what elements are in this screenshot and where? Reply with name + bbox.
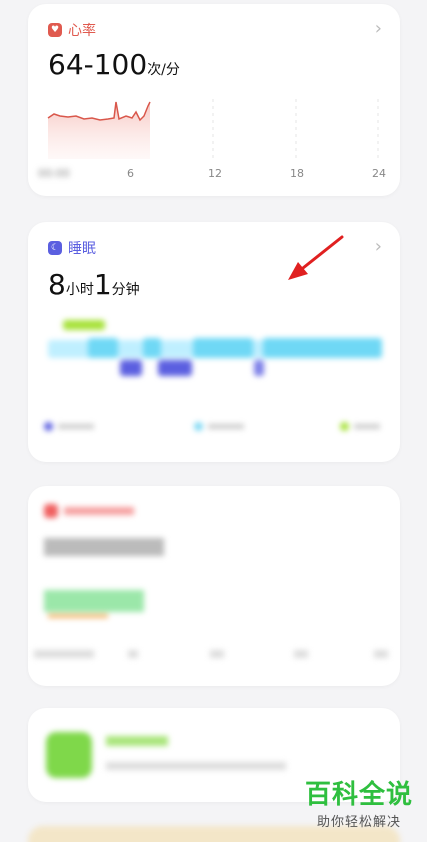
x-tick-0: 00:00	[38, 167, 70, 180]
heart-rate-title: 心率	[68, 23, 96, 39]
chevron-right-icon[interactable]: ›	[375, 236, 382, 257]
legend-dot-light	[194, 422, 203, 431]
sleep-bar-deep	[254, 360, 264, 376]
sleep-legend	[44, 420, 384, 434]
watermark-sub: 助你轻松解决	[316, 815, 401, 830]
blurred-metric-card[interactable]	[28, 486, 400, 686]
heart-rate-area	[48, 102, 150, 159]
x-tick-12: 12	[208, 167, 222, 180]
sleep-card[interactable]: ☾ 睡眠 › 8小时1分钟	[28, 222, 400, 462]
sleep-stage-chart	[48, 320, 382, 390]
chevron-right-icon[interactable]: ›	[375, 18, 382, 39]
moon-icon: ☾	[48, 241, 62, 255]
x-tick-24: 24	[372, 167, 386, 180]
legend-dot-deep	[44, 422, 53, 431]
sleep-title: 睡眠	[68, 241, 96, 257]
heart-rate-card[interactable]: ♥ 心率 › 64-100次/分 00:00 6 12 18 24	[28, 4, 400, 196]
x-tick-6: 6	[127, 167, 134, 180]
legend-bar	[58, 424, 94, 429]
arrow-annotation	[288, 235, 344, 280]
x-tick-18: 18	[290, 167, 304, 180]
legend-bar	[208, 424, 244, 429]
blurred-content	[28, 486, 400, 686]
legend-bar	[354, 424, 380, 429]
sleep-bar-awake	[63, 320, 105, 330]
sleep-duration: 8小时1分钟	[48, 268, 140, 301]
sleep-bar-rem	[143, 338, 161, 358]
sleep-bar-deep	[158, 360, 192, 376]
heart-rate-value: 64-100次/分	[48, 48, 180, 81]
sleep-header: ☾ 睡眠	[48, 238, 96, 258]
watermark-main: 百科全说	[304, 780, 413, 810]
legend-dot-awake	[340, 422, 349, 431]
sleep-bar-rem	[263, 338, 382, 358]
watermark: 百科全说 助你轻松解决	[305, 774, 413, 830]
sleep-bar-rem	[88, 338, 118, 358]
sleep-bar-rem	[193, 338, 253, 358]
heart-rate-header: ♥ 心率	[48, 20, 96, 40]
sleep-bar-deep	[120, 360, 142, 376]
heart-icon: ♥	[48, 23, 62, 37]
